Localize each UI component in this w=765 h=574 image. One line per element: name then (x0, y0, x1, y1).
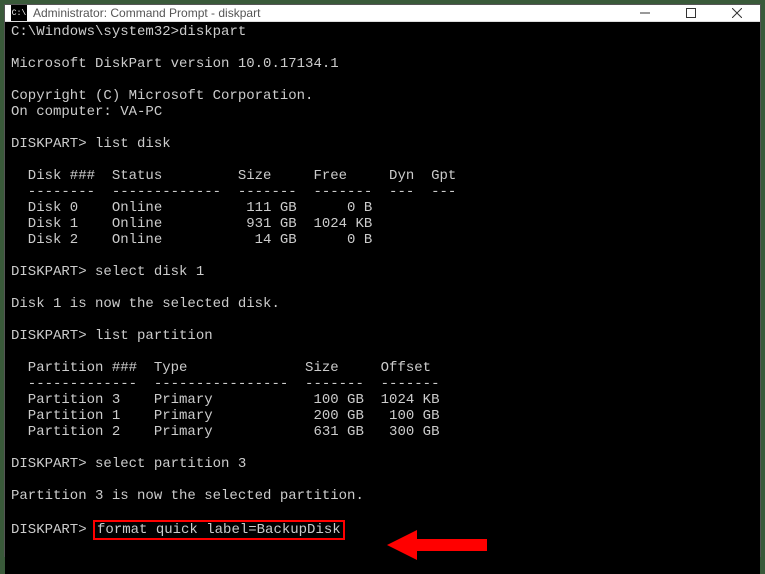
titlebar[interactable]: C:\ Administrator: Command Prompt - disk… (5, 5, 760, 22)
maximize-button[interactable] (668, 5, 714, 21)
disk-divider: -------- ------------- ------- ------- -… (11, 184, 456, 200)
dp-prompt: DISKPART> (11, 264, 95, 280)
dp-prompt: DISKPART> (11, 328, 95, 344)
app-icon: C:\ (11, 5, 27, 21)
window-controls (622, 5, 760, 21)
version-line: Microsoft DiskPart version 10.0.17134.1 (11, 56, 339, 72)
cmd-format: format quick label=BackupDisk (97, 522, 341, 538)
table-row: Partition 1 Primary 200 GB 100 GB (11, 408, 439, 424)
computer-line: On computer: VA-PC (11, 104, 162, 120)
table-row: Disk 1 Online 931 GB 1024 KB (11, 216, 372, 232)
select-disk-result: Disk 1 is now the selected disk. (11, 296, 280, 312)
disk-header: Disk ### Status Size Free Dyn Gpt (11, 168, 456, 184)
maximize-icon (686, 8, 696, 18)
arrow-icon (387, 525, 487, 565)
minimize-button[interactable] (622, 5, 668, 21)
part-header: Partition ### Type Size Offset (11, 360, 431, 376)
cmd-diskpart: diskpart (179, 24, 246, 40)
cmd-list-disk: list disk (95, 136, 171, 152)
cmd-list-partition: list partition (95, 328, 213, 344)
cmd-select-disk: select disk 1 (95, 264, 204, 280)
table-row: Disk 0 Online 111 GB 0 B (11, 200, 372, 216)
select-part-result: Partition 3 is now the selected partitio… (11, 488, 364, 504)
command-prompt-window: C:\ Administrator: Command Prompt - disk… (4, 4, 761, 557)
close-button[interactable] (714, 5, 760, 21)
terminal-output[interactable]: C:\Windows\system32>diskpart Microsoft D… (5, 22, 760, 574)
dp-prompt: DISKPART> (11, 136, 95, 152)
table-row: Partition 3 Primary 100 GB 1024 KB (11, 392, 439, 408)
dp-prompt: DISKPART> (11, 456, 95, 472)
app-icon-label: C:\ (12, 9, 26, 18)
prompt-path: C:\Windows\system32> (11, 24, 179, 40)
window-title: Administrator: Command Prompt - diskpart (33, 6, 622, 20)
highlighted-command: format quick label=BackupDisk (93, 520, 345, 540)
part-divider: ------------- ---------------- ------- -… (11, 376, 439, 392)
annotation-arrow (370, 509, 470, 549)
copyright-line: Copyright (C) Microsoft Corporation. (11, 88, 313, 104)
cmd-select-partition: select partition 3 (95, 456, 246, 472)
table-row: Disk 2 Online 14 GB 0 B (11, 232, 372, 248)
close-icon (732, 8, 742, 18)
minimize-icon (640, 8, 650, 18)
table-row: Partition 2 Primary 631 GB 300 GB (11, 424, 439, 440)
dp-prompt: DISKPART> (11, 522, 95, 538)
